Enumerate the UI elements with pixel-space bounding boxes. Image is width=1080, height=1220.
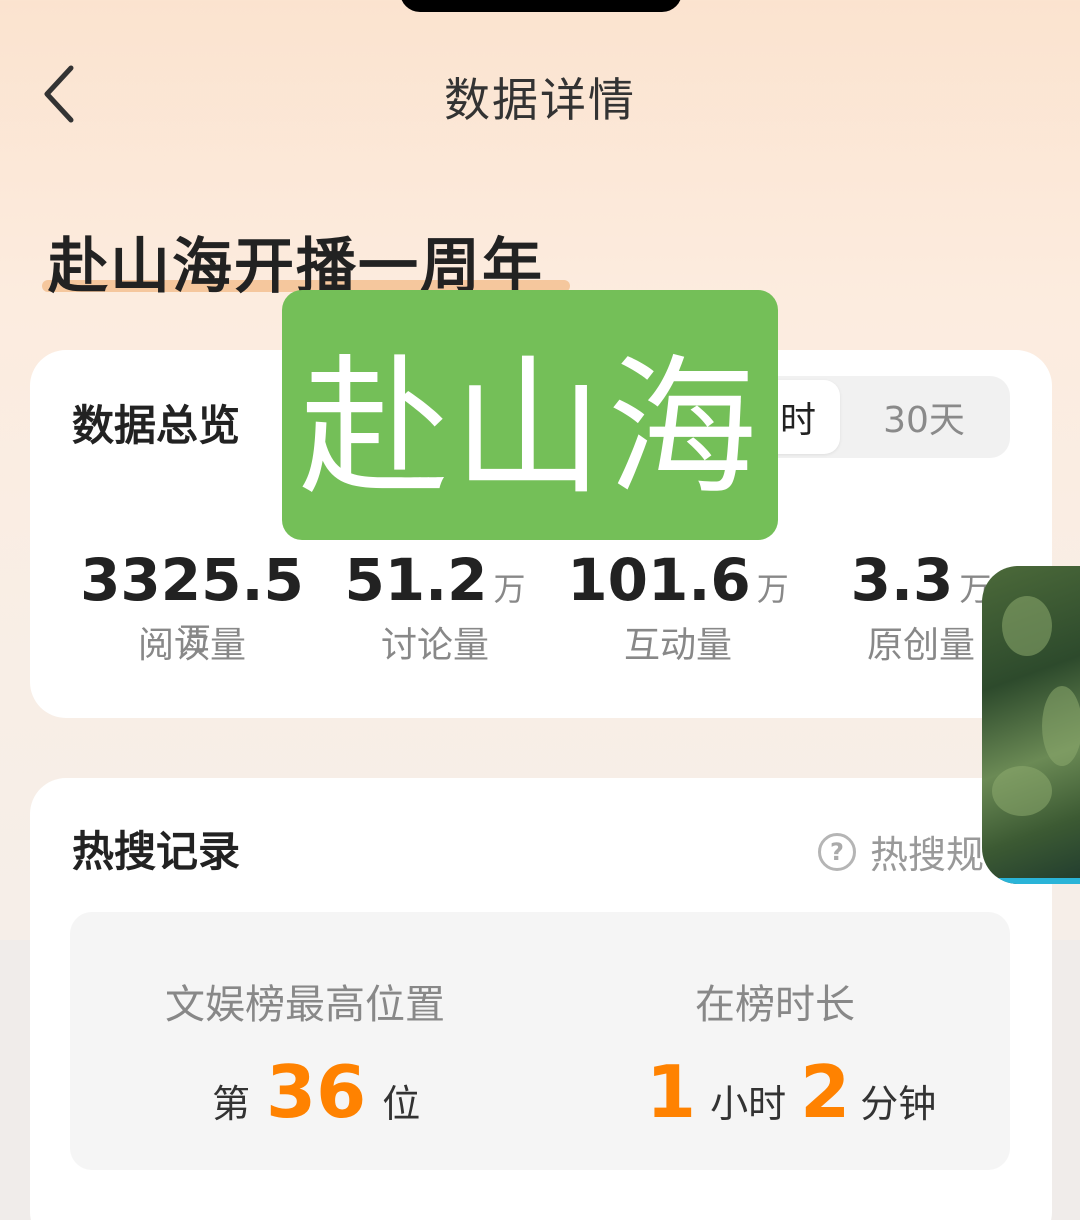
hot-search-rules-link[interactable]: ? 热搜规 [818, 824, 984, 879]
overview-title: 数据总览 [72, 401, 241, 450]
video-foliage [1042, 686, 1080, 766]
video-progress-bar [982, 878, 1080, 884]
duration-minutes-unit: 分钟 [860, 1082, 937, 1126]
toggle-option-30days[interactable]: 30天 [846, 380, 1002, 454]
stat-unit: 万 [756, 570, 789, 608]
toggle-option-realtime-label: 时 [779, 400, 816, 441]
stat-interaction: 101.6 万 [553, 546, 803, 614]
duration-value: 1 小时 2 分钟 [646, 1050, 936, 1134]
stat-value: 3325.5 [80, 546, 304, 614]
hot-search-rules-label: 热搜规 [870, 833, 985, 877]
stat-label: 互动量 [623, 625, 732, 666]
duration-hours-unit: 小时 [710, 1082, 787, 1126]
camera-notch [400, 0, 682, 12]
rank-number: 36 [266, 1050, 367, 1134]
stat-discussion: 51.2 万 [310, 546, 560, 614]
stat-unit: 万 [493, 570, 526, 608]
page-title: 数据详情 [444, 73, 636, 127]
rank-position-label: 文娱榜最高位置 [165, 982, 445, 1028]
duration-label: 在榜时长 [695, 982, 855, 1028]
rank-suffix: 位 [382, 1082, 421, 1126]
stat-value: 101.6 [567, 546, 751, 614]
stat-value: 3.3 [850, 546, 954, 614]
stat-label: 阅读量 [137, 625, 246, 666]
hot-search-title: 热搜记录 [72, 827, 241, 876]
video-foliage [992, 766, 1052, 816]
duration-hours: 1 [646, 1050, 697, 1134]
rank-prefix: 第 [212, 1082, 251, 1126]
floating-video-window[interactable] [982, 566, 1080, 884]
question-icon: ? [818, 832, 856, 871]
rank-position-value: 第 36 位 [212, 1050, 420, 1134]
video-foliage [1002, 596, 1052, 656]
stat-value: 51.2 [344, 546, 488, 614]
toggle-option-30days-label: 30天 [883, 400, 965, 441]
stat-label: 讨论量 [380, 625, 489, 666]
duration-minutes: 2 [800, 1050, 851, 1134]
watermark-label: 赴山海 [282, 290, 778, 540]
